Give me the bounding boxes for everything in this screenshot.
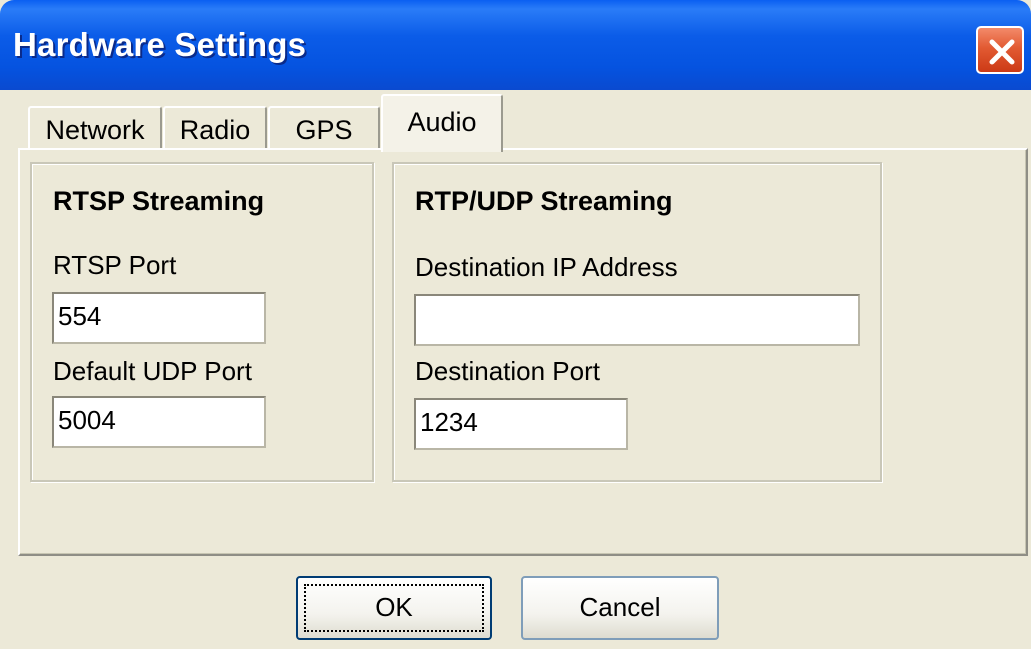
rtsp-port-label: RTSP Port xyxy=(53,250,177,280)
rtsp-streaming-group: RTSP Streaming RTSP Port 554 Default UDP… xyxy=(30,162,374,482)
destination-ip-input[interactable] xyxy=(414,294,860,346)
tab-gps[interactable]: GPS xyxy=(268,106,380,150)
tab-network[interactable]: Network xyxy=(28,106,162,150)
title-bar[interactable]: Hardware Settings xyxy=(0,0,1031,90)
close-button[interactable] xyxy=(976,26,1024,74)
audio-tab-panel: RTSP Streaming RTSP Port 554 Default UDP… xyxy=(18,148,1028,556)
ok-focus-rect xyxy=(304,584,484,632)
rtsp-group-title: RTSP Streaming xyxy=(53,186,265,216)
rtp-udp-streaming-group: RTP/UDP Streaming Destination IP Address… xyxy=(392,162,882,482)
cancel-button[interactable]: Cancel xyxy=(521,576,719,640)
default-udp-port-label: Default UDP Port xyxy=(53,356,252,386)
destination-port-input[interactable]: 1234 xyxy=(414,398,628,450)
rtp-group-title: RTP/UDP Streaming xyxy=(415,186,673,216)
default-udp-port-input[interactable]: 5004 xyxy=(52,396,266,448)
tab-audio[interactable]: Audio xyxy=(381,94,503,152)
dialog-window: Hardware Settings Network Radio GPS Audi… xyxy=(0,0,1031,649)
close-x-icon xyxy=(989,39,1015,65)
destination-port-label: Destination Port xyxy=(415,356,600,386)
destination-ip-label: Destination IP Address xyxy=(415,252,678,282)
tab-radio[interactable]: Radio xyxy=(163,106,267,150)
ok-button[interactable]: OK xyxy=(296,576,492,640)
rtsp-port-input[interactable]: 554 xyxy=(52,292,266,344)
window-title: Hardware Settings xyxy=(13,26,307,63)
